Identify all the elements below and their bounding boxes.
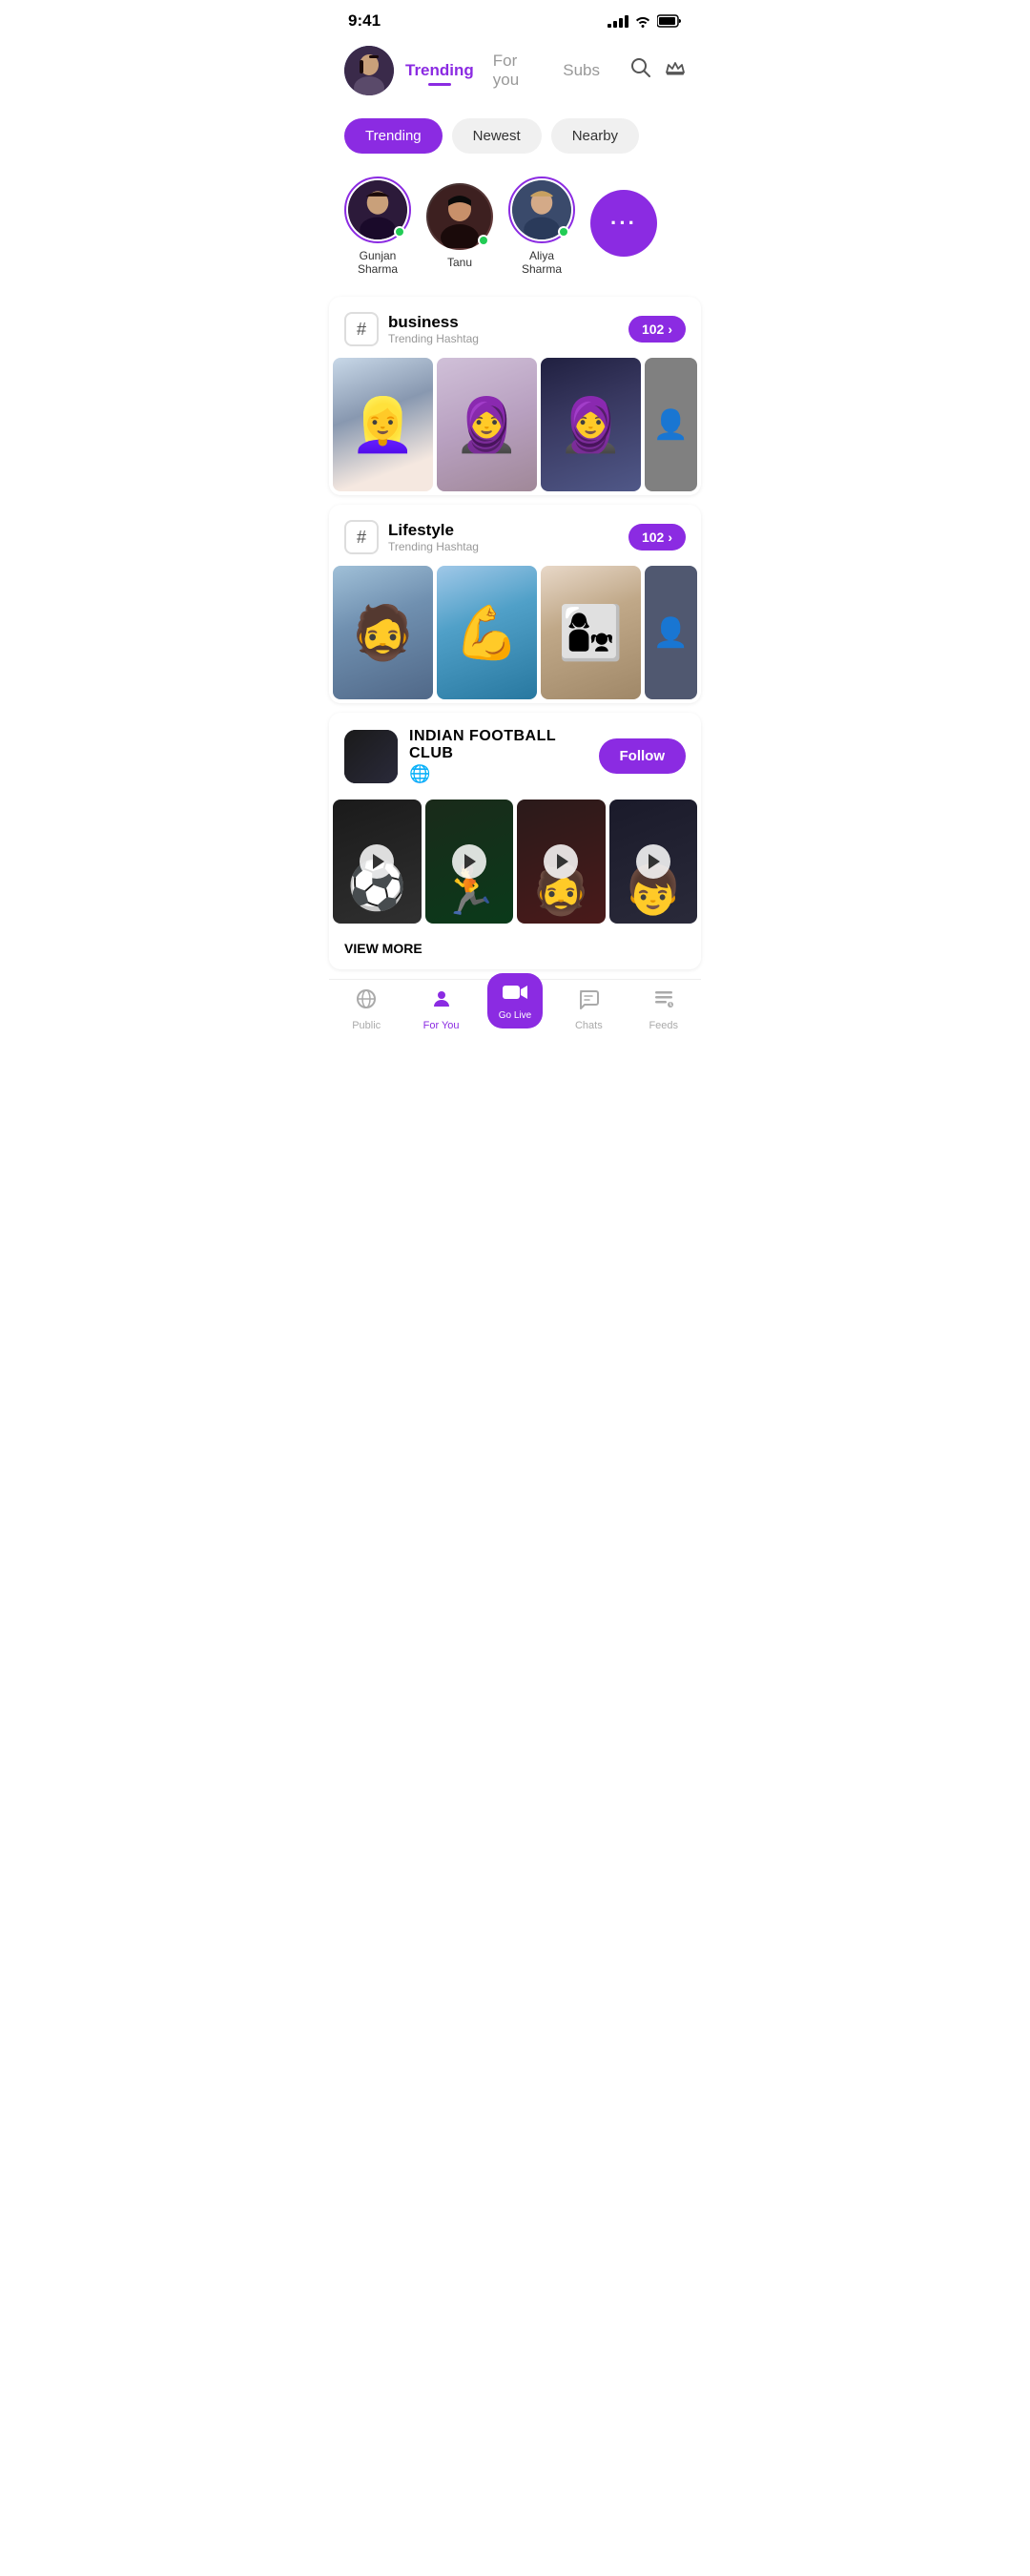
- section-club: WINDY CITY RAMPAGE INDIAN FOOTBALL CLUB …: [329, 713, 701, 969]
- hashtag-text-business: business Trending Hashtag: [388, 313, 479, 345]
- story-item-tanu[interactable]: Tanu: [426, 183, 493, 269]
- club-header: WINDY CITY RAMPAGE INDIAN FOOTBALL CLUB …: [329, 713, 701, 800]
- svg-text:CITY: CITY: [365, 756, 377, 761]
- video-thumb-2[interactable]: 🏃: [425, 800, 514, 924]
- grid-img-lifestyle-4[interactable]: 👤: [645, 566, 697, 699]
- crown-icon[interactable]: [665, 57, 686, 84]
- nav-label-feeds: Feeds: [649, 1020, 678, 1031]
- status-time: 9:41: [348, 11, 381, 31]
- filter-newest[interactable]: Newest: [452, 118, 542, 154]
- stories-row: Gunjan Sharma Tanu: [329, 165, 701, 287]
- club-logo: WINDY CITY RAMPAGE: [344, 730, 398, 783]
- status-icons: [608, 14, 682, 28]
- filter-trending[interactable]: Trending: [344, 118, 443, 154]
- svg-text:RAMPAGE: RAMPAGE: [361, 762, 381, 767]
- story-item-gunjan[interactable]: Gunjan Sharma: [344, 177, 411, 276]
- nav-tabs: Trending For you Subs: [405, 52, 619, 90]
- hashtag-icon-business: #: [344, 312, 379, 346]
- video-thumb-3[interactable]: 🧔: [517, 800, 606, 924]
- go-live-icon: [502, 982, 528, 1008]
- club-name: INDIAN FOOTBALL CLUB: [409, 728, 587, 762]
- online-dot-aliya: [558, 226, 569, 238]
- story-avatar-gunjan: [344, 177, 411, 243]
- club-info: INDIAN FOOTBALL CLUB 🌐: [409, 728, 587, 784]
- grid-img-business-3[interactable]: 🧕: [541, 358, 641, 491]
- image-grid-business: 👱‍♀️ 🧕 🧕 👤: [329, 358, 701, 495]
- hashtag-title-lifestyle: Lifestyle: [388, 521, 479, 540]
- hashtag-count-lifestyle[interactable]: 102 ›: [628, 524, 686, 551]
- nav-chats[interactable]: Chats: [560, 987, 617, 1031]
- chats-icon: [577, 987, 600, 1016]
- hashtag-subtitle-lifestyle: Trending Hashtag: [388, 540, 479, 553]
- grid-img-lifestyle-1[interactable]: 🧔: [333, 566, 433, 699]
- for-you-icon: [430, 987, 453, 1016]
- signal-icon: [608, 15, 628, 28]
- tab-subs[interactable]: Subs: [563, 61, 600, 80]
- story-avatar-aliya: [508, 177, 575, 243]
- nav-public[interactable]: Public: [338, 987, 395, 1031]
- nav-feeds[interactable]: Feeds: [635, 987, 692, 1031]
- grid-img-lifestyle-3[interactable]: 👩‍👧: [541, 566, 641, 699]
- nav-label-for-you: For You: [423, 1020, 460, 1031]
- header-icons: [630, 57, 686, 84]
- hashtag-header-lifestyle: # Lifestyle Trending Hashtag 102 ›: [329, 505, 701, 566]
- hashtag-header-business: # business Trending Hashtag 102 ›: [329, 297, 701, 358]
- nav-go-live[interactable]: Go Live: [487, 973, 543, 1028]
- tab-for-you[interactable]: For you: [493, 52, 544, 90]
- user-avatar[interactable]: [344, 46, 394, 95]
- online-dot-gunjan: [394, 226, 405, 238]
- hashtag-title-business: business: [388, 313, 479, 332]
- section-business: # business Trending Hashtag 102 › 👱‍♀️ 🧕…: [329, 297, 701, 495]
- follow-button[interactable]: Follow: [599, 738, 687, 774]
- grid-img-business-4[interactable]: 👤: [645, 358, 697, 491]
- wifi-icon: [634, 14, 651, 28]
- club-globe-icon: 🌐: [409, 764, 587, 784]
- header: Trending For you Subs: [329, 38, 701, 107]
- status-bar: 9:41: [329, 0, 701, 38]
- story-avatar-tanu: [426, 183, 493, 250]
- svg-text:WINDY: WINDY: [363, 749, 380, 755]
- hashtag-count-business[interactable]: 102 ›: [628, 316, 686, 343]
- image-grid-lifestyle: 🧔 💪 👩‍👧 👤: [329, 566, 701, 703]
- story-more[interactable]: ···: [590, 190, 657, 262]
- tab-trending[interactable]: Trending: [405, 61, 474, 80]
- hashtag-subtitle-business: Trending Hashtag: [388, 332, 479, 345]
- video-thumb-1[interactable]: ⚽: [333, 800, 422, 924]
- battery-icon: [657, 14, 682, 28]
- video-thumb-4[interactable]: 👦: [609, 800, 698, 924]
- grid-img-business-1[interactable]: 👱‍♀️: [333, 358, 433, 491]
- filter-row: Trending Newest Nearby: [329, 107, 701, 165]
- story-name-gunjan: Gunjan Sharma: [344, 249, 411, 276]
- story-item-aliya[interactable]: Aliya Sharma: [508, 177, 575, 276]
- story-name-aliya: Aliya Sharma: [508, 249, 575, 276]
- nav-for-you[interactable]: For You: [413, 987, 470, 1031]
- grid-img-lifestyle-2[interactable]: 💪: [437, 566, 537, 699]
- hashtag-text-lifestyle: Lifestyle Trending Hashtag: [388, 521, 479, 553]
- bottom-nav: Public For You Go Live Chats: [329, 979, 701, 1047]
- nav-label-go-live: Go Live: [499, 1010, 531, 1021]
- online-dot-tanu: [478, 235, 489, 246]
- feeds-icon: [652, 987, 675, 1016]
- story-more-btn[interactable]: ···: [590, 190, 657, 257]
- search-icon[interactable]: [630, 57, 651, 84]
- nav-label-chats: Chats: [575, 1020, 603, 1031]
- story-name-tanu: Tanu: [447, 256, 472, 269]
- public-icon: [355, 987, 378, 1016]
- section-lifestyle: # Lifestyle Trending Hashtag 102 › 🧔 💪 👩…: [329, 505, 701, 703]
- filter-nearby[interactable]: Nearby: [551, 118, 639, 154]
- hashtag-icon-lifestyle: #: [344, 520, 379, 554]
- video-grid: ⚽ 🏃 🧔: [329, 800, 701, 927]
- view-more-button[interactable]: VIEW MORE: [329, 927, 701, 969]
- nav-label-public: Public: [352, 1020, 381, 1031]
- grid-img-business-2[interactable]: 🧕: [437, 358, 537, 491]
